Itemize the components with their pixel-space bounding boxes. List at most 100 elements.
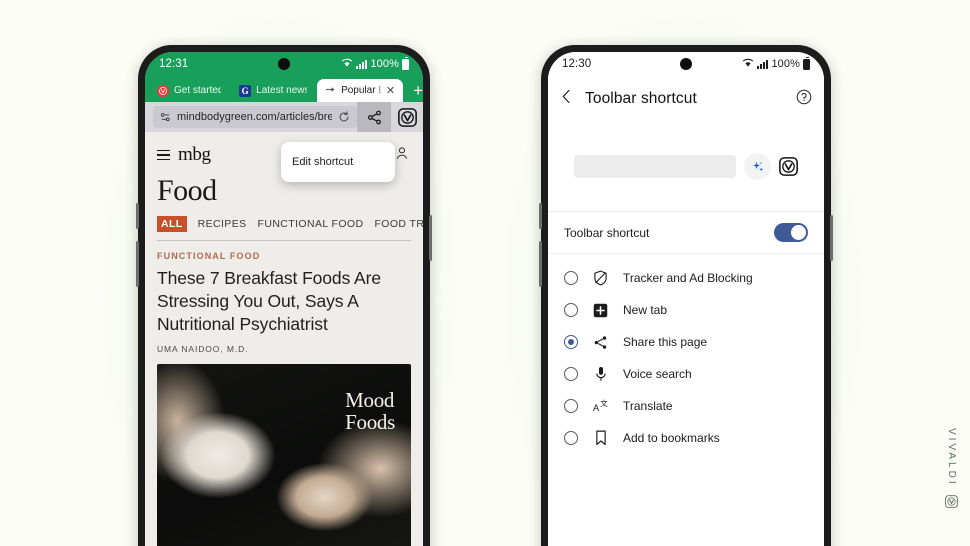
- microphone-icon: [592, 366, 609, 382]
- radio-button[interactable]: [564, 367, 578, 381]
- content-divider: [157, 240, 411, 241]
- translate-icon: A文: [592, 399, 609, 414]
- phone-power-button[interactable]: [429, 215, 432, 261]
- share-shortcut-button[interactable]: [357, 102, 391, 132]
- vivaldi-wordmark-text: VIVALDI: [946, 428, 957, 487]
- overlay-line-2: Foods: [345, 410, 395, 435]
- guardian-favicon: G: [239, 84, 252, 97]
- wifi-icon: [341, 58, 353, 71]
- page-favicon: [325, 85, 336, 97]
- option-translate[interactable]: A文 Translate: [548, 390, 824, 422]
- option-label: Share this page: [623, 335, 708, 349]
- category-tab-food-trends[interactable]: FOOD TR: [374, 218, 423, 230]
- page-settings-icon[interactable]: [160, 112, 171, 123]
- toolbar-shortcut-switch[interactable]: [774, 223, 808, 242]
- category-tabs: ALL RECIPES FUNCTIONAL FOOD FOOD TR: [145, 214, 423, 240]
- vivaldi-favicon: [157, 84, 169, 97]
- screenshot-stage: 12:31 100% Get started G Latest news Pop…: [0, 0, 970, 546]
- url-text: mindbodygreen.com/articles/bre: [177, 111, 332, 123]
- option-label: Add to bookmarks: [623, 431, 720, 445]
- vivaldi-logo-icon: [779, 157, 798, 176]
- article-headline[interactable]: These 7 Breakfast Foods Are Stressing Yo…: [145, 267, 423, 344]
- radio-button[interactable]: [564, 271, 578, 285]
- vivaldi-logo-icon: [945, 494, 958, 513]
- share-icon: [367, 110, 381, 124]
- right-phone-frame: 12:30 100% Toolbar shortcut Toolbar shor…: [539, 45, 833, 546]
- option-label: New tab: [623, 303, 668, 317]
- right-phone-screen: 12:30 100% Toolbar shortcut Toolbar shor…: [548, 52, 824, 546]
- left-status-indicators: 100%: [341, 57, 409, 71]
- article-hero-image: Mood Foods: [157, 364, 411, 546]
- option-new-tab[interactable]: New tab: [548, 294, 824, 326]
- close-icon[interactable]: ✕: [386, 84, 395, 97]
- svg-text:A: A: [593, 403, 600, 413]
- reload-icon[interactable]: [338, 111, 350, 123]
- radio-button[interactable]: [564, 399, 578, 413]
- article-byline: UMA NAIDOO, M.D.: [157, 344, 249, 355]
- tab-label: Popular Br: [341, 85, 381, 96]
- settings-page-title: Toolbar shortcut: [585, 90, 697, 107]
- overlay-line-1: Mood: [345, 388, 395, 413]
- right-status-time: 12:30: [562, 58, 592, 70]
- option-share-this-page[interactable]: Share this page: [548, 326, 824, 358]
- hero-image-overlay-text: Mood Foods: [345, 388, 395, 435]
- option-tracker-ad-blocking[interactable]: Tracker and Ad Blocking: [548, 262, 824, 294]
- web-page-content: mbg Food ALL RECIPES FUNCTIONAL FOOD FOO…: [145, 132, 423, 546]
- account-icon[interactable]: [395, 146, 409, 165]
- url-input[interactable]: mindbodygreen.com/articles/bre: [153, 106, 357, 128]
- radio-button[interactable]: [564, 335, 578, 349]
- tab-label: Latest news: [256, 85, 308, 96]
- radio-button[interactable]: [564, 431, 578, 445]
- left-battery-percent: 100%: [370, 58, 399, 70]
- category-tab-recipes[interactable]: RECIPES: [198, 218, 247, 230]
- tab-latest-news[interactable]: G Latest news: [231, 79, 315, 102]
- browser-tab-bar: Get started G Latest news Popular Br ✕ +: [145, 76, 423, 102]
- left-phone-frame: 12:31 100% Get started G Latest news Pop…: [136, 45, 432, 546]
- shield-blocked-icon: [592, 270, 609, 286]
- bookmark-icon: [592, 430, 609, 446]
- vivaldi-logo-icon: [397, 107, 417, 127]
- right-status-indicators: 100%: [742, 57, 810, 71]
- new-tab-plus-icon: [592, 303, 609, 318]
- option-label: Tracker and Ad Blocking: [623, 271, 753, 285]
- hamburger-menu-icon[interactable]: [157, 149, 170, 161]
- shortcut-options-list: Tracker and Ad Blocking New tab Share th…: [548, 254, 824, 454]
- context-menu: Edit shortcut: [281, 142, 395, 182]
- shortcut-preview: [548, 122, 824, 212]
- article-kicker: FUNCTIONAL FOOD: [157, 251, 261, 261]
- menu-item-edit-shortcut[interactable]: Edit shortcut: [281, 156, 395, 168]
- svg-text:文: 文: [600, 399, 608, 408]
- option-voice-search[interactable]: Voice search: [548, 358, 824, 390]
- left-status-time: 12:31: [159, 58, 189, 70]
- battery-full-icon: [803, 57, 810, 70]
- category-tab-all[interactable]: ALL: [157, 216, 187, 232]
- new-tab-button[interactable]: +: [413, 80, 423, 102]
- radio-button[interactable]: [564, 303, 578, 317]
- preview-address-field: [574, 155, 736, 178]
- front-camera-icon-right: [680, 58, 692, 70]
- cellular-signal-icon: [757, 59, 769, 69]
- site-brand: mbg: [178, 144, 211, 165]
- option-label: Voice search: [623, 367, 692, 381]
- switch-knob: [791, 225, 806, 240]
- tab-label: Get started: [174, 85, 222, 96]
- help-circle-icon[interactable]: [796, 89, 812, 110]
- browser-address-bar: mindbodygreen.com/articles/bre: [145, 102, 423, 132]
- battery-full-icon: [402, 57, 409, 70]
- sparkle-ai-icon: [744, 153, 771, 180]
- tab-popular-browsers[interactable]: Popular Br ✕: [317, 79, 404, 102]
- left-status-bar: 12:31 100%: [145, 52, 423, 76]
- right-battery-percent: 100%: [771, 58, 800, 70]
- vivaldi-menu-button[interactable]: [391, 102, 423, 132]
- tab-get-started[interactable]: Get started: [149, 79, 229, 102]
- back-chevron-icon[interactable]: [560, 89, 573, 109]
- right-status-bar: 12:30 100%: [548, 52, 824, 76]
- cellular-signal-icon: [356, 59, 368, 69]
- share-icon: [592, 335, 609, 350]
- category-tab-functional-food[interactable]: FUNCTIONAL FOOD: [258, 218, 364, 230]
- site-brand-row: mbg: [157, 144, 211, 166]
- settings-app-bar: Toolbar shortcut: [548, 76, 824, 122]
- phone-power-button-right[interactable]: [830, 215, 833, 261]
- option-add-to-bookmarks[interactable]: Add to bookmarks: [548, 422, 824, 454]
- toolbar-shortcut-toggle-row[interactable]: Toolbar shortcut: [548, 212, 824, 254]
